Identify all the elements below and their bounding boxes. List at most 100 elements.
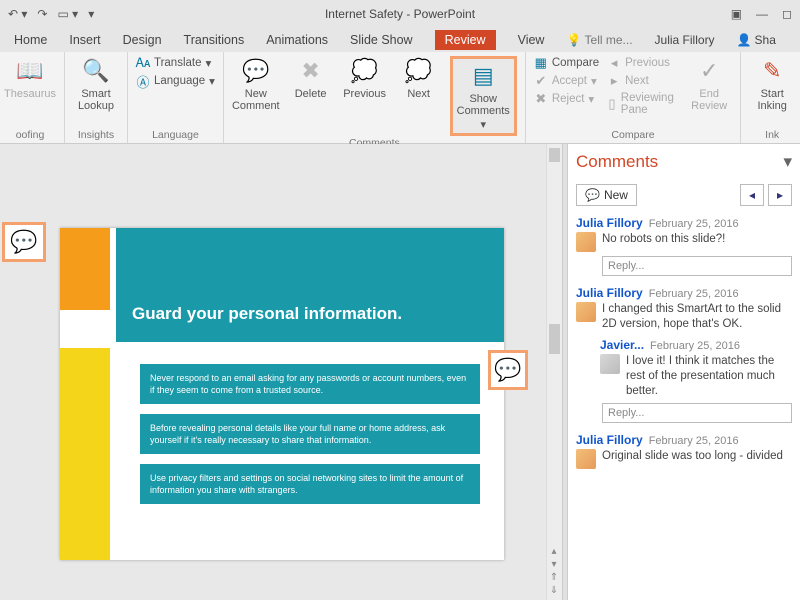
restore-icon[interactable]: ◻: [782, 7, 792, 21]
language-button[interactable]: ⒶLanguage ▾: [136, 74, 215, 88]
nav-double-down-icon[interactable]: ⇓: [550, 585, 558, 596]
compare-prev-button[interactable]: ◂ Previous: [607, 56, 678, 70]
end-review-button[interactable]: ✓ End Review: [686, 56, 732, 112]
avatar: [576, 449, 596, 469]
redo-icon[interactable]: ↷: [37, 7, 47, 21]
start-inking-button[interactable]: ✎ Start Inking: [749, 56, 795, 112]
reviewing-pane-button[interactable]: ▯Reviewing Pane: [607, 92, 678, 116]
qat-more-icon[interactable]: ▾: [88, 7, 94, 21]
bullet-3: Use privacy filters and settings on soci…: [140, 464, 480, 504]
comment-author[interactable]: Julia Fillory: [576, 216, 643, 230]
comment-thread: Julia Fillory February 25, 2016 I change…: [576, 286, 792, 423]
slide-heading: Guard your personal information.: [116, 228, 504, 342]
compare-prev-icon: ◂: [607, 56, 621, 70]
translate-icon: 🗛: [136, 56, 150, 70]
smart-lookup-button[interactable]: 🔍 Smart Lookup: [73, 56, 119, 112]
thesaurus-button[interactable]: 📖 Thesaurus: [4, 56, 56, 100]
group-insights-label: Insights: [73, 128, 119, 141]
comment-date: February 25, 2016: [649, 288, 739, 300]
accept-button[interactable]: ✔Accept ▾: [534, 74, 599, 88]
tab-slideshow[interactable]: Slide Show: [350, 33, 413, 47]
tab-transitions[interactable]: Transitions: [184, 33, 245, 47]
tab-design[interactable]: Design: [123, 33, 162, 47]
tab-insert[interactable]: Insert: [69, 33, 100, 47]
accept-label: Accept: [552, 75, 587, 87]
undo-icon[interactable]: ↶ ▾: [8, 7, 27, 21]
comments-pane-menu-icon[interactable]: ▾: [783, 152, 792, 172]
reject-button[interactable]: ✖Reject ▾: [534, 92, 599, 106]
account-name[interactable]: Julia Fillory: [655, 33, 715, 47]
bullet-2: Before revealing personal details like y…: [140, 414, 480, 454]
new-comment-button[interactable]: 💬 New Comment: [232, 56, 280, 112]
minimize-icon[interactable]: —: [756, 7, 768, 21]
slide-canvas[interactable]: Guard your personal information. Never r…: [60, 228, 504, 560]
new-comment-pane-button[interactable]: 💬 New: [576, 184, 637, 206]
thumbnail-comment-marker[interactable]: 💬: [2, 222, 46, 262]
thesaurus-icon: 📖: [15, 56, 45, 86]
comments-pane: Comments ▾ 💬 New ◂ ▸ Julia Fillory Febru…: [568, 144, 800, 600]
reviewing-pane-label: Reviewing Pane: [621, 92, 678, 116]
delete-comment-button[interactable]: ✖ Delete: [288, 56, 334, 100]
next-slide-icon[interactable]: ▾: [551, 559, 556, 570]
reply-input[interactable]: Reply...: [602, 403, 792, 423]
show-comments-icon: ▤: [468, 61, 498, 91]
tab-home[interactable]: Home: [14, 33, 47, 47]
share-button[interactable]: 👤 Sha: [737, 33, 776, 47]
prev-comment-pane-button[interactable]: ◂: [740, 184, 764, 206]
tab-review[interactable]: Review: [435, 30, 496, 50]
end-review-icon: ✓: [694, 56, 724, 86]
group-proofing-label: oofing: [4, 128, 56, 141]
new-comment-icon: 💬: [241, 56, 271, 86]
tab-view[interactable]: View: [518, 33, 545, 47]
new-comment-label: New Comment: [232, 88, 280, 112]
speech-bubble-icon: 💬: [494, 357, 521, 383]
window-title: Internet Safety - PowerPoint: [325, 7, 475, 21]
bullet-1: Never respond to an email asking for any…: [140, 364, 480, 404]
comment-text: No robots on this slide?!: [602, 232, 725, 252]
scroll-thumb[interactable]: [549, 324, 560, 354]
tell-me[interactable]: 💡 Tell me...: [566, 33, 632, 47]
new-comment-pane-label: New: [604, 188, 628, 202]
comment-text: I changed this SmartArt to the solid 2D …: [602, 302, 792, 332]
comment-author[interactable]: Javier...: [600, 338, 644, 352]
next-comment-button[interactable]: 💭 Next: [396, 56, 442, 100]
language-label: Language: [154, 75, 205, 87]
group-compare-label: Compare: [534, 128, 732, 141]
accept-icon: ✔: [534, 74, 548, 88]
compare-prev-label: Previous: [625, 57, 670, 69]
tab-animations[interactable]: Animations: [266, 33, 328, 47]
thesaurus-label: Thesaurus: [4, 88, 56, 100]
comment-date: February 25, 2016: [649, 435, 739, 447]
prev-slide-icon[interactable]: ▴: [551, 546, 556, 557]
show-comments-label: Show Comments: [457, 93, 510, 117]
translate-label: Translate: [154, 57, 202, 69]
delete-comment-label: Delete: [295, 88, 327, 100]
comment-author[interactable]: Julia Fillory: [576, 286, 643, 300]
slide-comment-marker[interactable]: 💬: [488, 350, 528, 390]
smart-lookup-icon: 🔍: [81, 56, 111, 86]
show-comments-button[interactable]: ▤ Show Comments ▾: [450, 56, 517, 136]
comment-author[interactable]: Julia Fillory: [576, 433, 643, 447]
compare-label: Compare: [552, 57, 599, 69]
slide-heading-text: Guard your personal information.: [132, 304, 402, 324]
next-comment-pane-button[interactable]: ▸: [768, 184, 792, 206]
nav-double-up-icon[interactable]: ⇑: [550, 572, 558, 583]
compare-icon: ▦: [534, 56, 548, 70]
reply-input[interactable]: Reply...: [602, 256, 792, 276]
reject-icon: ✖: [534, 92, 548, 106]
slide-editor[interactable]: 💬 Guard your personal information. Never…: [0, 144, 562, 600]
speech-bubble-icon: 💬: [10, 229, 37, 255]
smart-lookup-label: Smart Lookup: [78, 88, 114, 112]
display-mode-icon[interactable]: ▣: [731, 7, 742, 21]
scroll-up-arrow[interactable]: [549, 148, 560, 162]
next-comment-label: Next: [407, 88, 430, 100]
compare-next-button[interactable]: ▸Next: [607, 74, 678, 88]
previous-comment-button[interactable]: 💭 Previous: [342, 56, 388, 100]
end-review-label: End Review: [691, 88, 727, 112]
comment-date: February 25, 2016: [649, 218, 739, 230]
vertical-scrollbar[interactable]: [546, 144, 562, 600]
translate-button[interactable]: 🗛Translate ▾: [136, 56, 215, 70]
delete-comment-icon: ✖: [296, 56, 326, 86]
compare-button[interactable]: ▦ Compare: [534, 56, 599, 70]
qat-icon[interactable]: ▭ ▾: [57, 7, 78, 21]
